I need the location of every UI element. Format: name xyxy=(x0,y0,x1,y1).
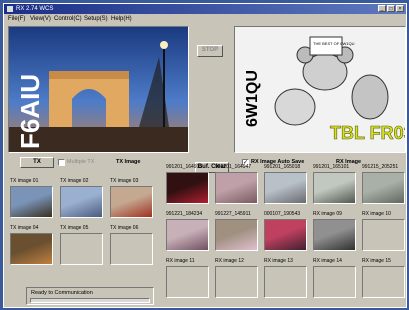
tx-thumbnail-label: TX image 05 xyxy=(60,225,89,231)
rx-thumbnail[interactable]: 991227_145911 xyxy=(213,211,261,255)
rx-thumbnail[interactable]: RX image 13 xyxy=(262,258,310,302)
menu-control[interactable]: Control(C) xyxy=(54,15,82,24)
rx-thumbnail-image xyxy=(264,266,307,298)
rx-thumbnail-label: RX image 14 xyxy=(313,258,342,264)
tx-thumbnail-image xyxy=(110,186,153,218)
main-window: RX 2.74 WCS _ □ × File(F) View(V) Contro… xyxy=(3,3,407,308)
rx-card-text: THE BEST OF 6W1QU xyxy=(313,41,355,46)
tx-thumbnail-label: TX image 01 xyxy=(10,178,39,184)
rx-thumbnail[interactable]: RX image 14 xyxy=(311,258,359,302)
rx-thumbnail-label: 991201_165018 xyxy=(264,164,301,170)
menu-help[interactable]: Help(H) xyxy=(111,15,132,24)
tx-image-panel: F6AIU xyxy=(8,26,189,153)
tx-thumbnail-image xyxy=(60,186,103,218)
rx-thumbnail-label: 991215_205251 xyxy=(362,164,399,170)
rx-thumbnail-image xyxy=(313,219,356,251)
rx-thumbnail[interactable]: 991201_165101 xyxy=(311,164,359,208)
tx-thumbnail-label: TX image 04 xyxy=(10,225,39,231)
close-button[interactable]: × xyxy=(396,5,404,12)
rx-thumbnail-label: RX image 11 xyxy=(166,258,195,264)
app-icon xyxy=(7,6,13,12)
rx-thumbnail-label: 991201_164913 xyxy=(166,164,203,170)
rx-thumbnail[interactable]: 991215_205251 xyxy=(360,164,408,208)
rx-thumbnail-image xyxy=(215,172,258,204)
tx-image-label: TX Image xyxy=(116,159,141,165)
minimize-button[interactable]: _ xyxy=(378,5,386,12)
tx-thumbnail-label: TX image 03 xyxy=(110,178,139,184)
rx-thumbnail-label: 991227_145911 xyxy=(215,211,251,217)
rx-thumbnail-image xyxy=(362,266,405,298)
rx-thumbnail-label: 000107_190543 xyxy=(264,211,301,217)
status-panel: Ready to Communication xyxy=(26,287,154,305)
rx-thumbnail-image xyxy=(215,266,258,298)
rx-image-picture: 6W1QU THE BEST OF 6W1QU TBL FR03 xyxy=(235,27,405,152)
tx-callsign: F6AIU xyxy=(15,74,45,149)
title-bar: RX 2.74 WCS _ □ × xyxy=(4,4,406,14)
rx-thumbnail[interactable]: RX image 09 xyxy=(311,211,359,255)
tx-thumbnail[interactable]: TX image 05 xyxy=(58,225,106,269)
rx-thumbnail-image xyxy=(313,266,356,298)
tx-thumbnail-label: TX image 06 xyxy=(110,225,139,231)
rx-thumbnail-image xyxy=(264,219,307,251)
rx-thumbnail[interactable]: 000107_190543 xyxy=(262,211,310,255)
multiple-tx-checkbox[interactable] xyxy=(58,159,65,166)
rx-thumbnail[interactable]: RX image 15 xyxy=(360,258,408,302)
rx-image-panel: 6W1QU THE BEST OF 6W1QU TBL FR03 xyxy=(234,26,406,153)
rx-thumbnail[interactable]: 991201_164913 xyxy=(164,164,212,208)
rx-thumbnail-image xyxy=(166,172,209,204)
rx-callsign: 6W1QU xyxy=(244,70,261,127)
tx-thumbnail[interactable]: TX image 06 xyxy=(108,225,156,269)
tx-thumbnail[interactable]: TX image 01 xyxy=(8,178,56,222)
rx-thumbnail-label: 991201_164947 xyxy=(215,164,252,170)
rx-thumbnail-image xyxy=(166,266,209,298)
stop-button[interactable]: STOP xyxy=(197,45,223,57)
tx-thumbnail[interactable]: TX image 03 xyxy=(108,178,156,222)
rx-thumbnail-image xyxy=(362,172,405,204)
rx-thumbnail[interactable]: 991201_164947 xyxy=(213,164,261,208)
tx-image-picture: F6AIU xyxy=(9,27,188,152)
rx-big-text: TBL FR03 xyxy=(330,123,405,143)
status-progress xyxy=(30,298,150,303)
rx-thumbnail[interactable]: 991201_165018 xyxy=(262,164,310,208)
menu-view[interactable]: View(V) xyxy=(30,15,51,24)
status-text: Ready to Communication xyxy=(31,290,93,296)
rx-thumbnail-label: RX image 13 xyxy=(264,258,293,264)
tx-thumbnail-label: TX image 02 xyxy=(60,178,89,184)
maximize-button[interactable]: □ xyxy=(387,5,395,12)
rx-thumbnail-label: RX image 15 xyxy=(362,258,391,264)
window-title: RX 2.74 WCS xyxy=(16,6,54,12)
rx-thumbnail-image xyxy=(362,219,405,251)
rx-thumbnail[interactable]: RX image 10 xyxy=(360,211,408,255)
rx-thumbnail-label: RX image 10 xyxy=(362,211,391,217)
multiple-tx-label: Multiple TX xyxy=(67,159,95,165)
rx-thumbnail[interactable]: RX image 11 xyxy=(164,258,212,302)
rx-thumbnail-image xyxy=(166,219,209,251)
tx-thumbnail[interactable]: TX image 02 xyxy=(58,178,106,222)
tx-button[interactable]: TX xyxy=(20,157,54,168)
rx-thumbnail-image xyxy=(313,172,356,204)
rx-thumbnail-label: 991201_165101 xyxy=(313,164,350,170)
rx-thumbnail[interactable]: RX image 12 xyxy=(213,258,261,302)
tx-thumbnail-image xyxy=(60,233,103,265)
menu-bar: File(F) View(V) Control(C) Setup(S) Help… xyxy=(4,15,406,24)
rx-thumbnail-label: RX image 09 xyxy=(313,211,342,217)
tx-thumbnail-image xyxy=(10,233,53,265)
rx-thumbnail-image xyxy=(264,172,307,204)
rx-thumbnail[interactable]: 991221_184234 xyxy=(164,211,212,255)
rx-thumbnail-label: RX image 12 xyxy=(215,258,244,264)
menu-file[interactable]: File(F) xyxy=(8,15,25,24)
tx-thumbnail[interactable]: TX image 04 xyxy=(8,225,56,269)
tx-thumbnail-image xyxy=(110,233,153,265)
rx-thumbnail-label: 991221_184234 xyxy=(166,211,203,217)
menu-setup[interactable]: Setup(S) xyxy=(84,15,108,24)
rx-thumbnail-image xyxy=(215,219,258,251)
tx-thumbnail-image xyxy=(10,186,53,218)
